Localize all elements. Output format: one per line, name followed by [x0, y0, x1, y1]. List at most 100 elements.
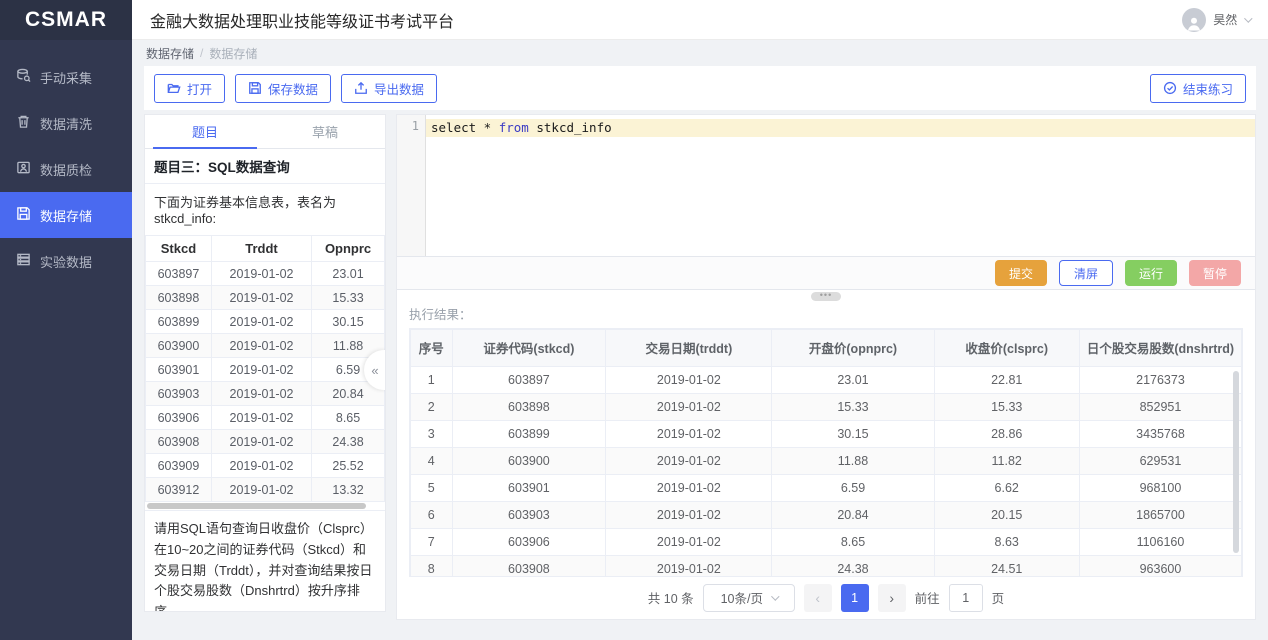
sidebar-item-data-quality[interactable]: 数据质检: [0, 146, 132, 192]
table-cell: 8.65: [312, 406, 385, 430]
submit-button[interactable]: 提交: [995, 260, 1047, 286]
export-data-button-label: 导出数据: [374, 79, 424, 98]
user-menu[interactable]: 昊然: [1182, 8, 1250, 32]
editor-code-area[interactable]: select * from stkcd_info: [426, 115, 1255, 256]
sidebar-item-experiment-data[interactable]: 实验数据: [0, 238, 132, 284]
table-cell: 1106160: [1079, 528, 1241, 555]
column-header: 开盘价(opnprc): [772, 329, 934, 366]
editor-gutter: 1: [397, 115, 426, 256]
column-header: Stkcd: [146, 236, 212, 262]
goto-page-input[interactable]: [949, 584, 983, 612]
avatar: [1182, 8, 1206, 32]
column-header: 日个股交易股数(dnshrtrd): [1079, 329, 1241, 366]
table-cell: 603899: [452, 420, 606, 447]
prev-page-button[interactable]: ‹: [804, 584, 832, 612]
finish-practice-button[interactable]: 结束练习: [1150, 74, 1246, 103]
pause-button[interactable]: 暂停: [1189, 260, 1241, 286]
split-divider: •••: [397, 290, 1255, 303]
tab-question[interactable]: 题目: [145, 115, 265, 148]
export-data-button[interactable]: 导出数据: [341, 74, 437, 103]
table-cell: 603903: [452, 501, 606, 528]
table-row: 6038992019-01-0230.15: [146, 310, 385, 334]
results-table-container: 序号证券代码(stkcd)交易日期(trddt)开盘价(opnprc)收盘价(c…: [409, 328, 1243, 577]
question-table-header-row: StkcdTrddtOpnprc: [146, 236, 385, 262]
content-panels: 题目 草稿 题目三：SQL数据查询 下面为证券基本信息表，表名为stkcd_in…: [132, 114, 1268, 640]
breadcrumb-current: 数据存储: [209, 45, 257, 62]
table-cell: 2019-01-02: [211, 358, 311, 382]
database-search-icon: [16, 68, 31, 86]
table-row: 86039082019-01-0224.3824.51963600: [411, 555, 1242, 576]
table-cell: 20.84: [772, 501, 934, 528]
current-page-button[interactable]: 1: [841, 584, 869, 612]
results-table: 序号证券代码(stkcd)交易日期(trddt)开盘价(opnprc)收盘价(c…: [410, 329, 1242, 577]
table-cell: 24.38: [312, 430, 385, 454]
save-data-button[interactable]: 保存数据: [235, 74, 331, 103]
table-cell: 28.86: [934, 420, 1079, 447]
table-cell: 2176373: [1079, 366, 1241, 393]
table-row: 16038972019-01-0223.0122.812176373: [411, 366, 1242, 393]
clear-screen-button[interactable]: 清屏: [1059, 260, 1113, 286]
sql-keyword: from: [499, 120, 529, 135]
table-cell: 4: [411, 447, 453, 474]
table-cell: 2019-01-02: [606, 420, 772, 447]
table-cell: 2019-01-02: [606, 528, 772, 555]
results-header-row: 序号证券代码(stkcd)交易日期(trddt)开盘价(opnprc)收盘价(c…: [411, 329, 1242, 366]
sidebar-item-manual-collect[interactable]: 手动采集: [0, 54, 132, 100]
table-cell: 13.32: [312, 478, 385, 502]
table-row: 6039012019-01-026.59: [146, 358, 385, 382]
column-header: 证券代码(stkcd): [452, 329, 606, 366]
sql-text: select *: [431, 120, 499, 135]
results-label: 执行结果：: [397, 303, 1255, 328]
page-size-value: 10条/页: [721, 588, 763, 607]
next-page-button[interactable]: ›: [878, 584, 906, 612]
table-cell: 25.52: [312, 454, 385, 478]
open-button[interactable]: 打开: [154, 74, 225, 103]
page-size-select[interactable]: 10条/页: [703, 584, 795, 612]
id-card-icon: [16, 160, 31, 178]
vertical-scrollbar-thumb[interactable]: [1233, 371, 1239, 553]
sql-text: stkcd_info: [529, 120, 612, 135]
table-cell: 603900: [146, 334, 212, 358]
sql-editor[interactable]: 1 select * from stkcd_info: [397, 115, 1255, 256]
folder-open-icon: [167, 81, 181, 95]
active-code-line[interactable]: select * from stkcd_info: [426, 119, 1255, 137]
chevron-down-icon: [771, 592, 779, 600]
table-cell: 2019-01-02: [606, 501, 772, 528]
question-panel: 题目 草稿 题目三：SQL数据查询 下面为证券基本信息表，表名为stkcd_in…: [144, 114, 386, 612]
goto-suffix: 页: [992, 588, 1005, 607]
scrollbar-thumb[interactable]: [147, 503, 366, 509]
table-cell: 603908: [146, 430, 212, 454]
drag-handle[interactable]: •••: [811, 292, 841, 301]
table-cell: 8.65: [772, 528, 934, 555]
table-cell: 24.51: [934, 555, 1079, 576]
check-circle-icon: [1163, 81, 1177, 95]
table-cell: 2019-01-02: [606, 366, 772, 393]
table-cell: 603899: [146, 310, 212, 334]
tab-draft[interactable]: 草稿: [265, 115, 385, 148]
breadcrumb-separator: /: [200, 46, 203, 60]
finish-practice-label: 结束练习: [1183, 79, 1233, 98]
sidebar-item-data-storage[interactable]: 数据存储: [0, 192, 132, 238]
sidebar-item-data-clean[interactable]: 数据清洗: [0, 100, 132, 146]
horizontal-scrollbar[interactable]: [145, 502, 385, 510]
table-row: 6038982019-01-0215.33: [146, 286, 385, 310]
table-cell: 23.01: [772, 366, 934, 393]
table-cell: 30.15: [312, 310, 385, 334]
table-cell: 1865700: [1079, 501, 1241, 528]
table-cell: 2019-01-02: [606, 447, 772, 474]
table-cell: 2019-01-02: [211, 382, 311, 406]
table-row: 26038982019-01-0215.3315.33852951: [411, 393, 1242, 420]
breadcrumb-item[interactable]: 数据存储: [146, 45, 194, 62]
table-cell: 3435768: [1079, 420, 1241, 447]
table-cell: 968100: [1079, 474, 1241, 501]
breadcrumb: 数据存储 / 数据存储: [132, 40, 1268, 66]
table-row: 6039002019-01-0211.88: [146, 334, 385, 358]
table-cell: 2019-01-02: [211, 286, 311, 310]
table-cell: 24.38: [772, 555, 934, 576]
table-cell: 6.62: [934, 474, 1079, 501]
sql-work-panel: 1 select * from stkcd_info 提交 清屏 运行 暂停 •…: [396, 114, 1256, 620]
run-button[interactable]: 运行: [1125, 260, 1177, 286]
table-cell: 603912: [146, 478, 212, 502]
table-cell: 15.33: [312, 286, 385, 310]
table-cell: 603908: [452, 555, 606, 576]
